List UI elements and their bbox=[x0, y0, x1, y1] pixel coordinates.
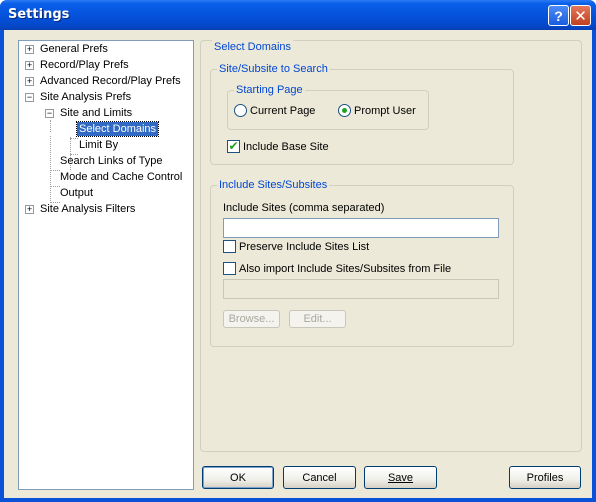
tree-item-label: General Prefs bbox=[40, 43, 108, 55]
tree-item-advanced-record-play-prefs[interactable]: + Advanced Record/Play Prefs bbox=[25, 73, 183, 89]
tree-item-label: Site Analysis Filters bbox=[40, 203, 136, 215]
collapse-icon[interactable]: − bbox=[25, 93, 34, 102]
tree-item-label: Site Analysis Prefs bbox=[40, 91, 132, 103]
include-sites-label: Include Sites (comma separated) bbox=[223, 202, 385, 214]
preserve-include-sites-checkbox[interactable]: Preserve Include Sites List bbox=[223, 240, 369, 253]
checkbox-label: Also import Include Sites/Subsites from … bbox=[239, 262, 452, 275]
settings-window: Settings ? ✕ + General Prefs + Record/Pl… bbox=[0, 0, 596, 502]
tree-item-label: Mode and Cache Control bbox=[60, 171, 183, 183]
panel-title: Select Domains bbox=[212, 40, 294, 54]
starting-page-group: Starting Page Current Page Prompt User bbox=[227, 83, 429, 130]
browse-button-label: Browse... bbox=[228, 313, 275, 325]
radio-label: Prompt User bbox=[354, 104, 416, 117]
browse-button[interactable]: Browse... bbox=[223, 310, 280, 328]
radio-current-page[interactable]: Current Page bbox=[234, 104, 315, 117]
settings-tree[interactable]: + General Prefs + Record/Play Prefs + Ad… bbox=[18, 40, 194, 490]
profiles-button[interactable]: Profiles bbox=[509, 466, 581, 489]
expand-icon[interactable]: + bbox=[25, 77, 34, 86]
tree-item-output[interactable]: Output bbox=[58, 185, 95, 201]
tree-item-search-links-of-type[interactable]: Search Links of Type bbox=[58, 153, 165, 169]
site-subsite-group-title: Site/Subsite to Search bbox=[217, 62, 330, 76]
radio-prompt-user[interactable]: Prompt User bbox=[338, 104, 416, 117]
ok-button-label: OK bbox=[230, 471, 246, 484]
tree-item-site-analysis-prefs[interactable]: − Site Analysis Prefs bbox=[25, 89, 133, 105]
radio-selected-icon bbox=[338, 104, 351, 117]
tree-item-label: Record/Play Prefs bbox=[40, 59, 129, 71]
tree-item-label: Select Domains bbox=[75, 121, 160, 137]
include-sites-group: Include Sites/Subsites Include Sites (co… bbox=[210, 178, 514, 347]
checkbox-label: Preserve Include Sites List bbox=[239, 240, 370, 253]
title-bar[interactable]: Settings ? ✕ bbox=[0, 0, 596, 30]
tree-item-limit-by[interactable]: Limit By bbox=[77, 137, 120, 153]
close-button[interactable]: ✕ bbox=[570, 5, 591, 26]
radio-label: Current Page bbox=[250, 104, 316, 117]
checkmark-icon: ✔ bbox=[227, 139, 240, 153]
tree-item-label: Site and Limits bbox=[60, 107, 133, 119]
tree-item-label: Search Links of Type bbox=[60, 155, 163, 167]
tree-item-mode-and-cache-control[interactable]: Mode and Cache Control bbox=[58, 169, 184, 185]
close-icon: ✕ bbox=[574, 7, 587, 25]
expand-icon[interactable]: + bbox=[25, 205, 34, 214]
import-from-file-checkbox[interactable]: Also import Include Sites/Subsites from … bbox=[223, 262, 451, 275]
profiles-button-label: Profiles bbox=[526, 471, 564, 484]
cancel-button[interactable]: Cancel bbox=[283, 466, 356, 489]
include-base-site-checkbox[interactable]: ✔ Include Base Site bbox=[227, 140, 329, 153]
dialog-client-area: + General Prefs + Record/Play Prefs + Ad… bbox=[4, 30, 592, 498]
tree-line bbox=[50, 120, 51, 132]
checkbox-label: Include Base Site bbox=[243, 140, 329, 153]
edit-button-label: Edit... bbox=[303, 313, 332, 325]
checkbox-icon bbox=[223, 262, 236, 275]
radio-icon bbox=[234, 104, 247, 117]
tree-item-label: Advanced Record/Play Prefs bbox=[40, 75, 181, 87]
save-button-label: Save bbox=[387, 471, 414, 484]
include-sites-group-title: Include Sites/Subsites bbox=[217, 178, 330, 192]
tree-item-label: Output bbox=[60, 187, 94, 199]
starting-page-group-title: Starting Page bbox=[234, 83, 305, 97]
tree-item-label: Limit By bbox=[79, 139, 119, 151]
expand-icon[interactable]: + bbox=[25, 61, 34, 70]
window-title: Settings bbox=[8, 7, 70, 22]
tree-item-record-play-prefs[interactable]: + Record/Play Prefs bbox=[25, 57, 131, 73]
tree-item-site-analysis-filters[interactable]: + Site Analysis Filters bbox=[25, 201, 137, 217]
checkbox-icon bbox=[223, 240, 236, 253]
tree-item-site-and-limits[interactable]: − Site and Limits bbox=[45, 105, 134, 121]
collapse-icon[interactable]: − bbox=[45, 109, 54, 118]
save-button[interactable]: Save bbox=[364, 466, 437, 489]
include-sites-input[interactable] bbox=[223, 218, 499, 238]
ok-button[interactable]: OK bbox=[202, 466, 274, 489]
help-button[interactable]: ? bbox=[548, 5, 569, 26]
site-subsite-group: Site/Subsite to Search Starting Page Cur… bbox=[210, 62, 514, 165]
help-icon: ? bbox=[554, 7, 563, 24]
expand-icon[interactable]: + bbox=[25, 45, 34, 54]
tree-item-select-domains[interactable]: Select Domains bbox=[75, 121, 160, 137]
tree-item-general-prefs[interactable]: + General Prefs bbox=[25, 41, 110, 57]
cancel-button-label: Cancel bbox=[302, 471, 337, 484]
edit-button[interactable]: Edit... bbox=[289, 310, 346, 328]
import-file-path-input[interactable] bbox=[223, 279, 499, 299]
